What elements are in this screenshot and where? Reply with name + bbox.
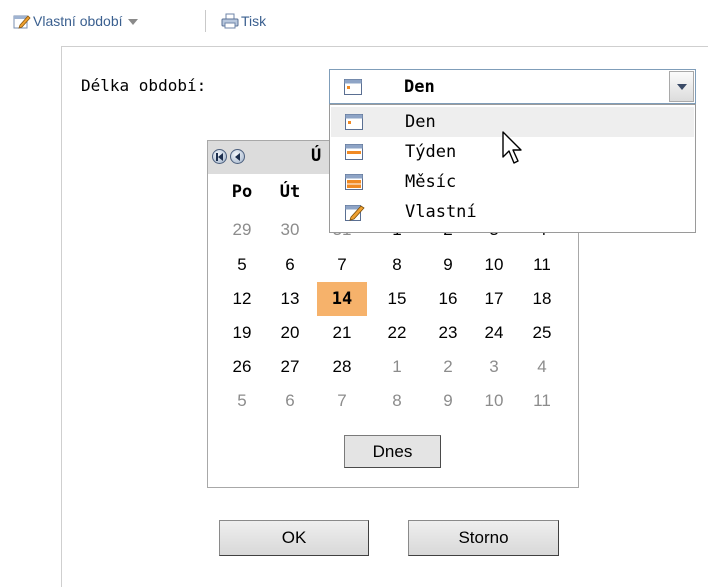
calendar-day[interactable]: 10 [469,384,519,418]
calendar-day[interactable]: 7 [317,384,367,418]
calendar-day[interactable]: 18 [517,282,567,316]
calendar-day[interactable]: 23 [423,316,473,350]
edit-calendar-icon [13,15,31,29]
mouse-pointer-icon [502,131,522,164]
calendar-day[interactable]: 21 [317,316,367,350]
calendar-day[interactable]: 26 [217,350,267,384]
weekday-header: Po [231,182,253,202]
calendar-day[interactable]: 13 [265,282,315,316]
custom-period-menu[interactable]: Vlastní období [13,12,138,30]
calendar-day[interactable]: 9 [423,248,473,282]
calendar-day[interactable]: 5 [217,384,267,418]
calendar-day[interactable]: 28 [317,350,367,384]
print-label: Tisk [241,13,267,29]
period-length-options: Den Týden Měsíc Vlastní [329,104,696,233]
calendar-day[interactable]: 20 [265,316,315,350]
calendar-day[interactable]: 6 [265,384,315,418]
option-label: Týden [405,142,457,162]
month-calendar-icon [345,174,363,190]
print-button[interactable]: Tisk [221,12,266,30]
calendar-day[interactable]: 10 [469,248,519,282]
option-label: Měsíc [405,172,457,192]
week-calendar-icon [345,144,363,160]
calendar-day[interactable]: 22 [372,316,422,350]
custom-period-label: Vlastní období [33,13,123,29]
calendar-day[interactable]: 16 [423,282,473,316]
custom-calendar-edit-icon [345,205,365,221]
calendar-day[interactable]: 15 [372,282,422,316]
calendar-day[interactable]: 7 [317,248,367,282]
calendar-day[interactable]: 12 [217,282,267,316]
calendar-day[interactable]: 30 [265,213,315,247]
calendar-day-today[interactable]: 14 [317,282,367,316]
period-length-selected: Den [404,77,435,97]
toolbar-divider [205,10,206,32]
option-vlastni[interactable]: Vlastní [331,197,694,227]
toolbar: Vlastní období Tisk [0,0,708,42]
printer-icon [221,13,239,29]
option-label: Den [405,112,436,132]
calendar-day[interactable]: 4 [517,350,567,384]
calendar-day[interactable]: 17 [469,282,519,316]
previous-month-button[interactable] [230,149,245,164]
option-mesic[interactable]: Měsíc [331,167,694,197]
calendar-day[interactable]: 27 [265,350,315,384]
calendar-day[interactable]: 29 [217,213,267,247]
calendar-day[interactable]: 3 [469,350,519,384]
day-calendar-icon [344,79,362,95]
option-label: Vlastní [405,202,477,222]
cancel-button[interactable]: Storno [408,520,559,556]
arrow-left-icon [235,153,240,161]
weekday-header: Út [279,182,301,202]
chevron-down-icon [127,19,138,25]
calendar-day[interactable]: 19 [217,316,267,350]
today-button[interactable]: Dnes [344,435,441,468]
period-length-select[interactable]: Den [329,69,696,104]
calendar-day[interactable]: 11 [517,248,567,282]
calendar-month-title: Ú [311,146,322,166]
calendar-day[interactable]: 9 [423,384,473,418]
period-length-label: Délka období: [81,76,207,95]
calendar-day[interactable]: 1 [372,350,422,384]
calendar-day[interactable]: 8 [372,384,422,418]
calendar-day[interactable]: 25 [517,316,567,350]
calendar-day[interactable]: 11 [517,384,567,418]
ok-button[interactable]: OK [219,520,369,556]
chevron-down-icon [677,84,687,90]
calendar-day[interactable]: 24 [469,316,519,350]
calendar-day[interactable]: 8 [372,248,422,282]
day-calendar-icon [345,114,363,130]
calendar-day[interactable]: 5 [217,248,267,282]
select-dropdown-button[interactable] [669,71,694,102]
calendar-day[interactable]: 6 [265,248,315,282]
previous-year-button[interactable] [212,149,227,164]
calendar-day[interactable]: 2 [423,350,473,384]
